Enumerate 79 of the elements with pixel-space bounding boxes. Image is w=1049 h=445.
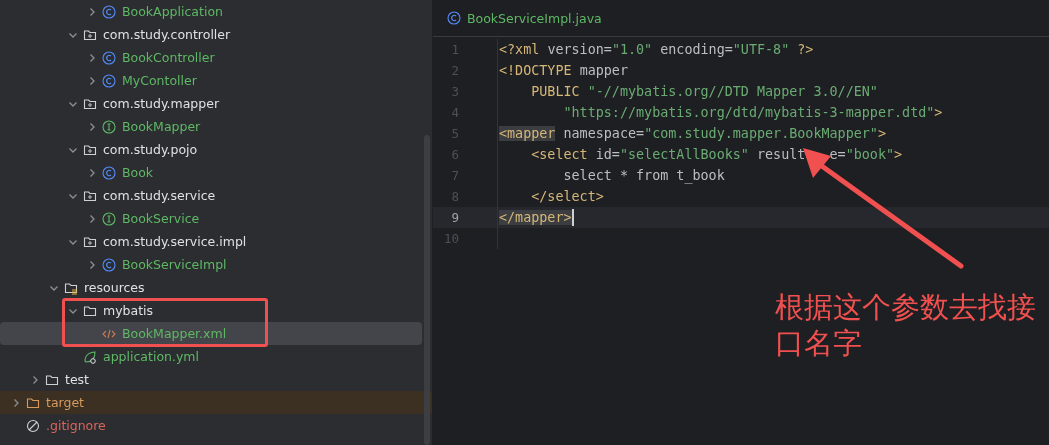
tree-item-label: mybatis (103, 303, 154, 318)
annotation-text: 根据这个参数去找接口名字 (775, 289, 1037, 361)
package-folder-icon (83, 188, 97, 203)
editor-tab[interactable]: BookServiceImpl.java (447, 10, 602, 26)
tree-item-label: resources (84, 280, 145, 295)
tree-item-label: BookMapper.xml (122, 326, 227, 341)
chevron-right-icon[interactable] (87, 213, 97, 224)
ignore-icon (26, 418, 40, 433)
tree-item[interactable]: application.yml (0, 345, 422, 368)
tree-item-label: com.study.pojo (103, 142, 198, 157)
tree-item[interactable]: target (0, 391, 432, 414)
tree-item-label: .gitignore (46, 418, 106, 433)
tree-item[interactable]: BookMapper (0, 115, 422, 138)
tree-item[interactable]: com.study.mapper (0, 92, 422, 115)
tree-item[interactable]: BookController (0, 46, 422, 69)
package-folder-icon (83, 27, 97, 42)
folder-icon (26, 395, 40, 410)
folder-icon (45, 372, 59, 387)
class-icon (447, 11, 461, 25)
class-icon (102, 73, 116, 88)
code-line: PUBLIC "-//mybatis.org//DTD Mapper 3.0//EN" (530, 84, 878, 99)
code-line: <?xml version="1.0" encoding="UTF-8" ?> (499, 42, 814, 57)
tree-item[interactable]: .gitignore (0, 414, 422, 437)
chevron-right-icon[interactable] (87, 75, 97, 86)
tree-item[interactable]: mybatis (0, 299, 422, 322)
chevron-right-icon[interactable] (11, 397, 21, 408)
chevron-right-icon[interactable] (87, 121, 97, 132)
text-caret (571, 209, 574, 226)
class-icon (102, 257, 116, 272)
class-icon (102, 4, 116, 19)
tree-item[interactable]: com.study.controller (0, 23, 422, 46)
tree-item[interactable]: test (0, 368, 422, 391)
tree-item-label: MyContoller (122, 73, 197, 88)
code-line: <mapper namespace="com.study.mapper.BookMapper"> (499, 126, 886, 141)
tree-item-label: com.study.controller (103, 27, 231, 42)
code-line: "https://mybatis.org/dtd/mybatis-3-mapper.dtd"> (562, 105, 943, 120)
tree-item-label: BookService (122, 211, 200, 226)
tree-item[interactable]: resources (0, 276, 422, 299)
code-line: </select> (530, 189, 604, 204)
tree-item-label: com.study.mapper (103, 96, 220, 111)
package-folder-icon (83, 142, 97, 157)
interface-icon (102, 211, 116, 226)
code-line: <select id="selectAllBooks" result e="book"> (530, 147, 903, 162)
tree-item[interactable]: BookService (0, 207, 422, 230)
chevron-right-icon[interactable] (30, 374, 40, 385)
tree-item[interactable]: com.study.pojo (0, 138, 422, 161)
resources-folder-icon (64, 280, 78, 295)
tree-item[interactable]: Book (0, 161, 422, 184)
tree-item-label: com.study.service.impl (103, 234, 247, 249)
tree-item[interactable]: BookServiceImpl (0, 253, 422, 276)
leaf-icon (83, 349, 97, 364)
tree-item-label: BookServiceImpl (122, 257, 227, 272)
package-folder-icon (83, 96, 97, 111)
tree-item[interactable]: BookApplication (0, 0, 422, 23)
tree-item-label: Book (122, 165, 154, 180)
class-icon (102, 50, 116, 65)
chevron-right-icon[interactable] (87, 6, 97, 17)
interface-icon (102, 119, 116, 134)
chevron-right-icon[interactable] (87, 259, 97, 270)
code-line: select * from t_book (562, 168, 725, 183)
tree-item-label: test (65, 372, 89, 387)
folder-icon (83, 303, 97, 318)
tree-item[interactable]: MyContoller (0, 69, 422, 92)
tree-item[interactable]: com.study.service.impl (0, 230, 422, 253)
selected-tree-item[interactable]: BookMapper.xml (0, 322, 422, 345)
chevron-right-icon[interactable] (87, 167, 97, 178)
tree-item-label: application.yml (103, 349, 199, 364)
tree-item-label: BookController (122, 50, 215, 65)
tree-item-label: BookMapper (122, 119, 201, 134)
line-number: 9 (450, 210, 459, 225)
tree-item-label: target (46, 395, 84, 410)
tree-item-label: BookApplication (122, 4, 223, 19)
tree-item-label: com.study.service (103, 188, 216, 203)
class-icon (102, 165, 116, 180)
code-line: <!DOCTYPE mapper (499, 63, 628, 78)
tree-item[interactable]: com.study.service (0, 184, 422, 207)
chevron-right-icon[interactable] (87, 52, 97, 63)
package-folder-icon (83, 234, 97, 249)
scrollbar[interactable] (424, 135, 430, 445)
